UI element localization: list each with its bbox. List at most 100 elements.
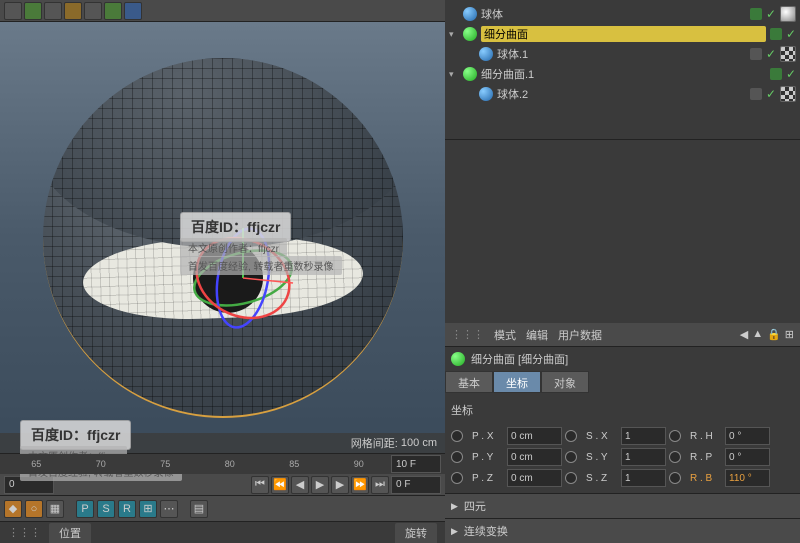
goto-end-icon[interactable]: ⏭ bbox=[371, 476, 389, 494]
object-row-sphere-root[interactable]: 球体 ✓ bbox=[445, 4, 800, 24]
sy-input[interactable] bbox=[621, 448, 666, 466]
record-key-icon[interactable]: ◆ bbox=[4, 500, 22, 518]
history-back-icon[interactable]: ◀ bbox=[740, 328, 748, 341]
px-label: P . X bbox=[472, 431, 504, 442]
key-extra-icon[interactable]: ▤ bbox=[190, 500, 208, 518]
tab-position[interactable]: 位置 bbox=[49, 523, 91, 543]
vis-toggle[interactable] bbox=[750, 8, 762, 20]
sy-label: S . Y bbox=[586, 452, 618, 463]
rb-input[interactable] bbox=[725, 469, 770, 487]
lock-icon[interactable]: 🔒 bbox=[767, 328, 781, 341]
tool-extra-icon[interactable] bbox=[124, 2, 142, 20]
key-rotation-icon[interactable]: R bbox=[118, 500, 136, 518]
viewport-3d[interactable]: 百度ID：ffjczr 本文原创作者：ffjczr 首发百度经验, 转载者重数秒… bbox=[0, 22, 445, 453]
autokey-icon[interactable]: ○ bbox=[25, 500, 43, 518]
key-param-icon[interactable]: ⊞ bbox=[139, 500, 157, 518]
sphere-icon bbox=[463, 7, 477, 21]
py-input[interactable] bbox=[507, 448, 562, 466]
frame-current-input[interactable] bbox=[391, 476, 441, 494]
sy-radio[interactable] bbox=[565, 451, 577, 463]
prev-frame-icon[interactable]: ◀ bbox=[291, 476, 309, 494]
tab-rotation[interactable]: 旋转 bbox=[395, 523, 437, 543]
next-key-icon[interactable]: ⏩ bbox=[351, 476, 369, 494]
tab-basic[interactable]: 基本 bbox=[445, 371, 493, 393]
render-check-icon[interactable]: ✓ bbox=[766, 87, 776, 101]
render-check-icon[interactable]: ✓ bbox=[766, 7, 776, 21]
tool-display-icon[interactable] bbox=[44, 2, 62, 20]
object-title-bar: 细分曲面 [细分曲面] bbox=[445, 347, 800, 371]
object-manager: 球体 ✓ ▾ 细分曲面 ✓ 球体.1 ✓ ▾ bbox=[445, 0, 800, 140]
py-radio[interactable] bbox=[451, 451, 463, 463]
rh-input[interactable] bbox=[725, 427, 770, 445]
attr-mode[interactable]: 模式 bbox=[494, 327, 516, 343]
attr-edit[interactable]: 编辑 bbox=[526, 327, 548, 343]
object-row-sphere-1[interactable]: 球体.1 ✓ bbox=[445, 44, 800, 64]
key-scale-icon[interactable]: S bbox=[97, 500, 115, 518]
vis-toggle[interactable] bbox=[750, 88, 762, 100]
attr-userdata[interactable]: 用户数据 bbox=[558, 327, 602, 343]
tool-filter-icon[interactable] bbox=[84, 2, 102, 20]
vis-toggle[interactable] bbox=[770, 28, 782, 40]
new-window-icon[interactable]: ⊞ bbox=[785, 328, 794, 341]
px-radio[interactable] bbox=[451, 430, 463, 442]
attr-header: ⋮⋮⋮ 模式 编辑 用户数据 ◀ ▲ 🔒 ⊞ bbox=[445, 323, 800, 347]
material-tag-icon[interactable] bbox=[780, 86, 796, 102]
material-tag-icon[interactable] bbox=[780, 46, 796, 62]
key-position-icon[interactable]: P bbox=[76, 500, 94, 518]
ruler-65: 65 bbox=[4, 459, 69, 469]
timeline-ruler[interactable]: 65 70 75 80 85 90 bbox=[0, 454, 445, 474]
sphere-icon bbox=[479, 47, 493, 61]
object-row-subdiv-1[interactable]: ▾ 细分曲面.1 ✓ bbox=[445, 64, 800, 84]
tab-coord[interactable]: 坐标 bbox=[493, 371, 541, 393]
tool-view-icon[interactable] bbox=[24, 2, 42, 20]
sx-input[interactable] bbox=[621, 427, 666, 445]
tab-object[interactable]: 对象 bbox=[541, 371, 589, 393]
quaternion-section[interactable]: ▶ 四元 bbox=[445, 493, 800, 518]
sz-input[interactable] bbox=[621, 469, 666, 487]
sx-radio[interactable] bbox=[565, 430, 577, 442]
rb-radio[interactable] bbox=[669, 472, 681, 484]
sz-radio[interactable] bbox=[565, 472, 577, 484]
tool-panel-icon[interactable] bbox=[104, 2, 122, 20]
pz-input[interactable] bbox=[507, 469, 562, 487]
quaternion-label: 四元 bbox=[464, 498, 486, 514]
history-up-icon[interactable]: ▲ bbox=[752, 328, 763, 341]
rb-label: R . B bbox=[690, 473, 722, 484]
object-label: 细分曲面.1 bbox=[481, 66, 766, 82]
object-row-sphere-2[interactable]: 球体.2 ✓ bbox=[445, 84, 800, 104]
expand-arrow-icon: ▶ bbox=[451, 501, 458, 512]
py-label: P . Y bbox=[472, 452, 504, 463]
ruler-80: 80 bbox=[198, 459, 263, 469]
vis-toggle[interactable] bbox=[770, 68, 782, 80]
ruler-70: 70 bbox=[69, 459, 134, 469]
render-check-icon[interactable]: ✓ bbox=[766, 47, 776, 61]
object-label: 球体 bbox=[481, 6, 746, 22]
watermark-sub-1: 本文原创作者：ffjczr bbox=[180, 238, 287, 257]
watermark-sub-2: 首发百度经验, 转载者重数秒录像 bbox=[180, 256, 342, 275]
px-input[interactable] bbox=[507, 427, 562, 445]
coord-section: 坐标 P . X S . X R . H P . Y S . Y R . P P… bbox=[445, 393, 800, 493]
subdiv-icon bbox=[463, 67, 477, 81]
rp-radio[interactable] bbox=[669, 451, 681, 463]
prev-key-icon[interactable]: ⏪ bbox=[271, 476, 289, 494]
rh-radio[interactable] bbox=[669, 430, 681, 442]
object-row-subdiv[interactable]: ▾ 细分曲面 ✓ bbox=[445, 24, 800, 44]
left-panel: 百度ID：ffjczr 本文原创作者：ffjczr 首发百度经验, 转载者重数秒… bbox=[0, 0, 445, 543]
goto-start-icon[interactable]: ⏮ bbox=[251, 476, 269, 494]
pz-radio[interactable] bbox=[451, 472, 463, 484]
render-check-icon[interactable]: ✓ bbox=[786, 27, 796, 41]
frame-end-input[interactable] bbox=[391, 455, 441, 473]
rp-input[interactable] bbox=[725, 448, 770, 466]
continue-section[interactable]: ▶ 连续变换 bbox=[445, 518, 800, 543]
coord-title: 坐标 bbox=[451, 399, 794, 421]
key-selection-icon[interactable]: ▦ bbox=[46, 500, 64, 518]
right-panel: 球体 ✓ ▾ 细分曲面 ✓ 球体.1 ✓ ▾ bbox=[445, 0, 800, 543]
render-check-icon[interactable]: ✓ bbox=[786, 67, 796, 81]
next-frame-icon[interactable]: ▶ bbox=[331, 476, 349, 494]
key-pla-icon[interactable]: ⋯ bbox=[160, 500, 178, 518]
play-icon[interactable]: ▶ bbox=[311, 476, 329, 494]
material-tag-icon[interactable] bbox=[780, 6, 796, 22]
vis-toggle[interactable] bbox=[750, 48, 762, 60]
tool-option-icon[interactable] bbox=[64, 2, 82, 20]
tool-camera-icon[interactable] bbox=[4, 2, 22, 20]
